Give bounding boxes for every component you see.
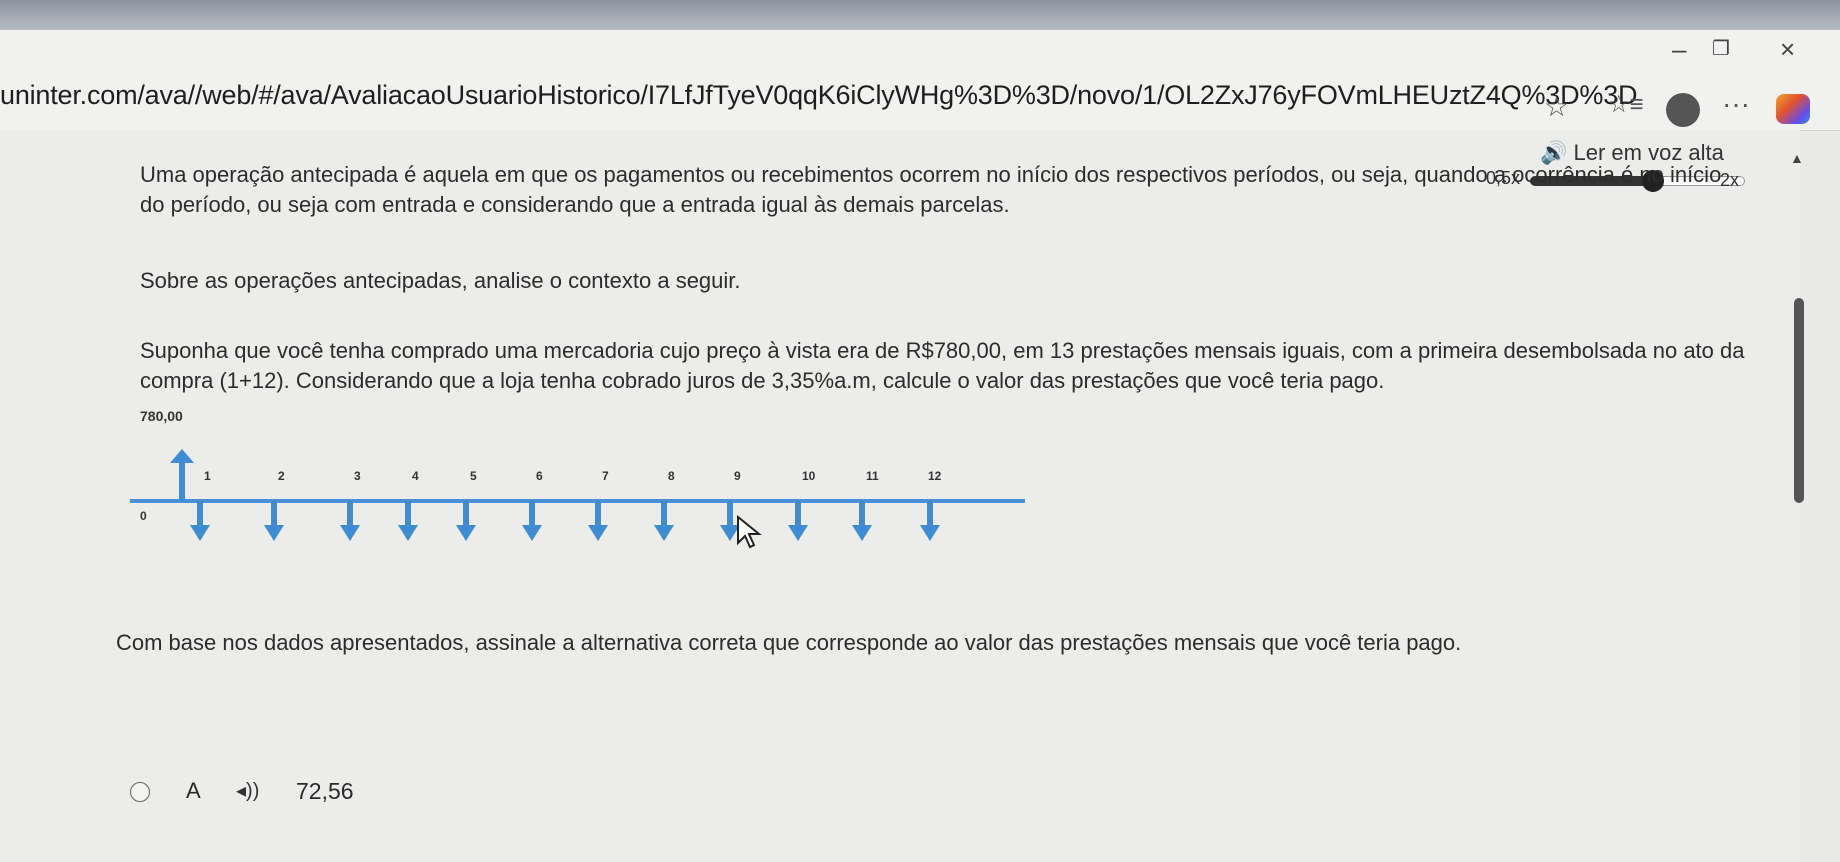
payment-arrow-head-1 [190, 525, 210, 541]
period-label-0: 0 [140, 509, 147, 523]
period-label-11: 11 [866, 469, 879, 483]
present-value-label: 780,00 [140, 408, 183, 424]
favorites-list-icon[interactable]: ☆≡ [1608, 90, 1644, 119]
question-instruction: Com base nos dados apresentados, assinal… [116, 630, 1462, 655]
payment-arrow-head-12 [920, 525, 940, 541]
option-a-letter: A [186, 778, 201, 803]
payment-arrow-head-11 [852, 525, 872, 541]
period-label-3: 3 [354, 469, 361, 483]
payment-arrow-head-7 [588, 525, 608, 541]
payment-arrow-head-2 [264, 525, 284, 541]
window-top-strip [0, 0, 1840, 30]
profile-avatar[interactable] [1666, 93, 1700, 127]
receipt-arrow-head [170, 449, 194, 463]
period-label-5: 5 [470, 469, 477, 483]
close-icon[interactable]: × [1780, 34, 1795, 65]
period-label-7: 7 [602, 469, 609, 483]
scrollbar-thumb[interactable] [1794, 298, 1804, 503]
payment-arrow-head-8 [654, 525, 674, 541]
payment-arrow-head-6 [522, 525, 542, 541]
payment-arrow-head-10 [788, 525, 808, 541]
more-menu-icon[interactable]: ··· [1722, 88, 1750, 120]
cash-flow-diagram: 780,00 01 2 3 4 5 6 7 8 9 10 11 12 [130, 408, 1025, 541]
payment-arrow-head-3 [340, 525, 360, 541]
option-a-value[interactable]: 72,56 [296, 778, 354, 805]
address-bar-url[interactable]: uninter.com/ava//web/#/ava/AvaliacaoUsua… [0, 80, 1638, 111]
period-label-4: 4 [412, 469, 419, 483]
scroll-up-icon[interactable]: ▲ [1790, 150, 1804, 166]
period-label-12: 12 [928, 469, 942, 483]
minimize-icon[interactable]: – [1672, 34, 1686, 65]
favorite-star-icon[interactable]: ☆ [1544, 90, 1569, 123]
period-label-8: 8 [668, 469, 675, 483]
question-prompt: Sobre as operações antecipadas, analise … [140, 268, 741, 293]
question-scenario: Suponha que você tenha comprado uma merc… [140, 338, 1745, 393]
option-a-speaker-icon[interactable]: ◂)) [236, 778, 259, 803]
payment-arrow-head-4 [398, 525, 418, 541]
period-label-10: 10 [802, 469, 816, 483]
period-label-6: 6 [536, 469, 543, 483]
restore-icon[interactable]: ❐ [1712, 36, 1730, 61]
payment-arrow-head-5 [456, 525, 476, 541]
period-label-2: 2 [278, 469, 285, 483]
question-intro: Uma operação antecipada é aquela em que … [140, 162, 1722, 217]
mouse-pointer-icon [737, 515, 762, 549]
option-a-radio[interactable] [130, 782, 150, 802]
period-label-9: 9 [734, 469, 741, 483]
copilot-icon[interactable] [1776, 94, 1810, 124]
period-label-1: 1 [204, 469, 211, 483]
